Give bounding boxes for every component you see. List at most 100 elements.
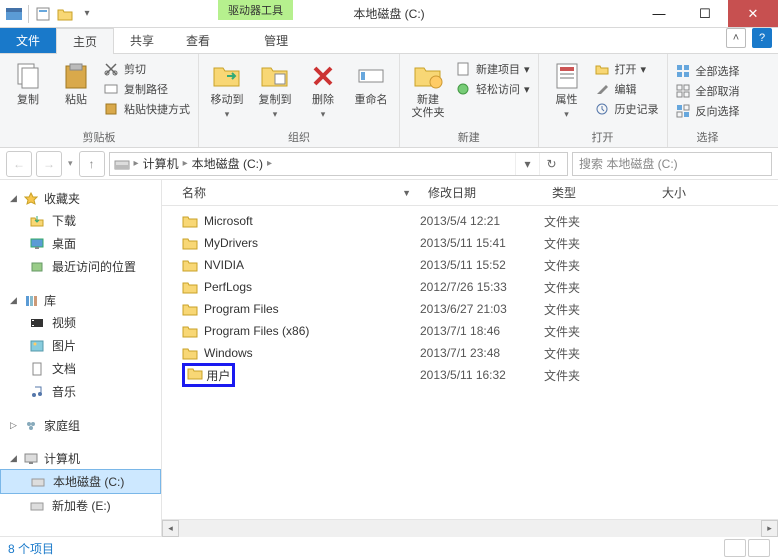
chevron-right-icon[interactable]: ▸: [265, 158, 274, 169]
col-type[interactable]: 类型: [544, 184, 654, 201]
tab-home[interactable]: 主页: [56, 28, 114, 54]
minimize-button[interactable]: —: [636, 0, 682, 27]
history-button[interactable]: 历史记录: [593, 100, 661, 118]
crumb-computer[interactable]: 计算机: [143, 155, 179, 172]
nav-drive-e[interactable]: 新加卷 (E:): [0, 494, 161, 517]
folder-icon: [182, 236, 198, 250]
properties-button[interactable]: 属性: [545, 56, 589, 124]
file-name: Program Files: [204, 302, 279, 316]
qat-dropdown-icon[interactable]: ▾: [77, 4, 97, 24]
refresh-button[interactable]: ↻: [539, 153, 563, 175]
file-row[interactable]: MyDrivers2013/5/11 15:41文件夹: [162, 232, 778, 254]
col-date[interactable]: 修改日期: [420, 184, 544, 201]
file-row[interactable]: Program Files2013/6/27 21:03文件夹: [162, 298, 778, 320]
open-button[interactable]: 打开 ▾: [593, 60, 661, 78]
nav-documents[interactable]: 文档: [0, 357, 161, 380]
file-type: 文件夹: [544, 323, 654, 340]
nav-favorites[interactable]: ◢收藏夹: [0, 188, 161, 209]
invert-icon: [676, 104, 692, 118]
folder-icon: [182, 258, 198, 272]
nav-recent[interactable]: 最近访问的位置: [0, 255, 161, 278]
easy-access-button[interactable]: 轻松访问 ▾: [454, 80, 532, 98]
col-name[interactable]: 名称▼: [162, 184, 420, 201]
nav-desktop[interactable]: 桌面: [0, 232, 161, 255]
copy-button[interactable]: 复制: [6, 56, 50, 111]
back-button[interactable]: ←: [6, 151, 32, 177]
folder-icon: [182, 302, 198, 316]
details-view-button[interactable]: [724, 539, 746, 557]
col-size[interactable]: 大小: [654, 184, 724, 201]
rename-button[interactable]: 重命名: [349, 56, 393, 111]
file-row[interactable]: Windows2013/7/1 23:48文件夹: [162, 342, 778, 364]
cut-button[interactable]: 剪切: [102, 60, 192, 78]
up-button[interactable]: ↑: [79, 151, 105, 177]
nav-computer[interactable]: ◢计算机: [0, 448, 161, 469]
ribbon-group-open: 属性 打开 ▾ 编辑 历史记录 打开: [539, 54, 668, 147]
select-all-button[interactable]: 全部选择: [674, 62, 742, 80]
music-icon: [30, 385, 46, 399]
edit-button[interactable]: 编辑: [593, 80, 661, 98]
help-button[interactable]: ?: [752, 28, 772, 48]
nav-videos[interactable]: 视频: [0, 311, 161, 334]
tab-manage[interactable]: 管理: [248, 28, 304, 53]
minimize-ribbon-button[interactable]: ˄: [726, 28, 746, 48]
select-none-button[interactable]: 全部取消: [674, 82, 742, 100]
tab-share[interactable]: 共享: [114, 28, 170, 53]
navigation-pane[interactable]: ◢收藏夹 下载 桌面 最近访问的位置 ◢库 视频 图片 文档 音乐 ▷家庭组 ◢…: [0, 180, 162, 536]
tab-file[interactable]: 文件: [0, 28, 56, 53]
copy-path-button[interactable]: 复制路径: [102, 80, 192, 98]
file-date: 2013/7/1 18:46: [420, 324, 544, 338]
chevron-right-icon[interactable]: ▸: [181, 158, 190, 169]
invert-selection-button[interactable]: 反向选择: [674, 102, 742, 120]
paste-shortcut-button[interactable]: 粘贴快捷方式: [102, 100, 192, 118]
drive-icon: [114, 156, 130, 172]
recent-icon: [30, 260, 46, 274]
file-name: NVIDIA: [204, 258, 244, 272]
delete-button[interactable]: 删除: [301, 56, 345, 124]
nav-pictures[interactable]: 图片: [0, 334, 161, 357]
drive-tools-tab[interactable]: 驱动器工具: [218, 0, 293, 20]
forward-button[interactable]: →: [36, 151, 62, 177]
ribbon-group-organize: 移动到 复制到 删除 重命名 组织: [199, 54, 400, 147]
tab-view[interactable]: 查看: [170, 28, 226, 53]
nav-drive-c[interactable]: 本地磁盘 (C:): [0, 469, 161, 494]
scroll-left-button[interactable]: ◂: [162, 520, 179, 537]
file-list[interactable]: Microsoft2013/5/4 12:21文件夹MyDrivers2013/…: [162, 206, 778, 519]
nav-libraries[interactable]: ◢库: [0, 290, 161, 311]
nav-homegroup[interactable]: ▷家庭组: [0, 415, 161, 436]
column-headers: 名称▼ 修改日期 类型 大小: [162, 180, 778, 206]
file-row[interactable]: Program Files (x86)2013/7/1 18:46文件夹: [162, 320, 778, 342]
address-dropdown-button[interactable]: ▾: [515, 153, 539, 175]
maximize-button[interactable]: ☐: [682, 0, 728, 27]
file-name: 用户: [206, 369, 230, 383]
highlighted-item: 用户: [182, 363, 235, 387]
new-folder-qat-icon[interactable]: [55, 4, 75, 24]
new-item-button[interactable]: 新建项目 ▾: [454, 60, 532, 78]
file-row[interactable]: Microsoft2013/5/4 12:21文件夹: [162, 210, 778, 232]
scroll-right-button[interactable]: ▸: [761, 520, 778, 537]
file-row[interactable]: 用户2013/5/11 16:32文件夹: [162, 364, 778, 386]
horizontal-scrollbar[interactable]: ◂ ▸: [162, 519, 778, 536]
new-folder-button[interactable]: 新建 文件夹: [406, 56, 450, 124]
paste-button[interactable]: 粘贴: [54, 56, 98, 111]
crumb-drive[interactable]: 本地磁盘 (C:): [192, 155, 263, 172]
close-button[interactable]: ✕: [728, 0, 778, 27]
window-title: 本地磁盘 (C:): [353, 5, 424, 22]
recent-locations-button[interactable]: ▾: [66, 158, 75, 169]
file-type: 文件夹: [544, 345, 654, 362]
file-row[interactable]: NVIDIA2013/5/11 15:52文件夹: [162, 254, 778, 276]
search-input[interactable]: 搜索 本地磁盘 (C:): [572, 152, 772, 176]
file-row[interactable]: PerfLogs2012/7/26 15:33文件夹: [162, 276, 778, 298]
open-icon: [595, 62, 611, 76]
icons-view-button[interactable]: [748, 539, 770, 557]
breadcrumb-bar[interactable]: ▸ 计算机 ▸ 本地磁盘 (C:) ▸ ▾ ↻: [109, 152, 568, 176]
nav-music[interactable]: 音乐: [0, 380, 161, 403]
folder-icon: [182, 214, 198, 228]
copy-icon: [12, 60, 44, 92]
copy-to-button[interactable]: 复制到: [253, 56, 297, 124]
nav-downloads[interactable]: 下载: [0, 209, 161, 232]
properties-qat-icon[interactable]: [33, 4, 53, 24]
ribbon-tabs: 文件 主页 共享 查看 管理 ˄ ?: [0, 28, 778, 54]
move-to-button[interactable]: 移动到: [205, 56, 249, 124]
chevron-right-icon[interactable]: ▸: [132, 158, 141, 169]
